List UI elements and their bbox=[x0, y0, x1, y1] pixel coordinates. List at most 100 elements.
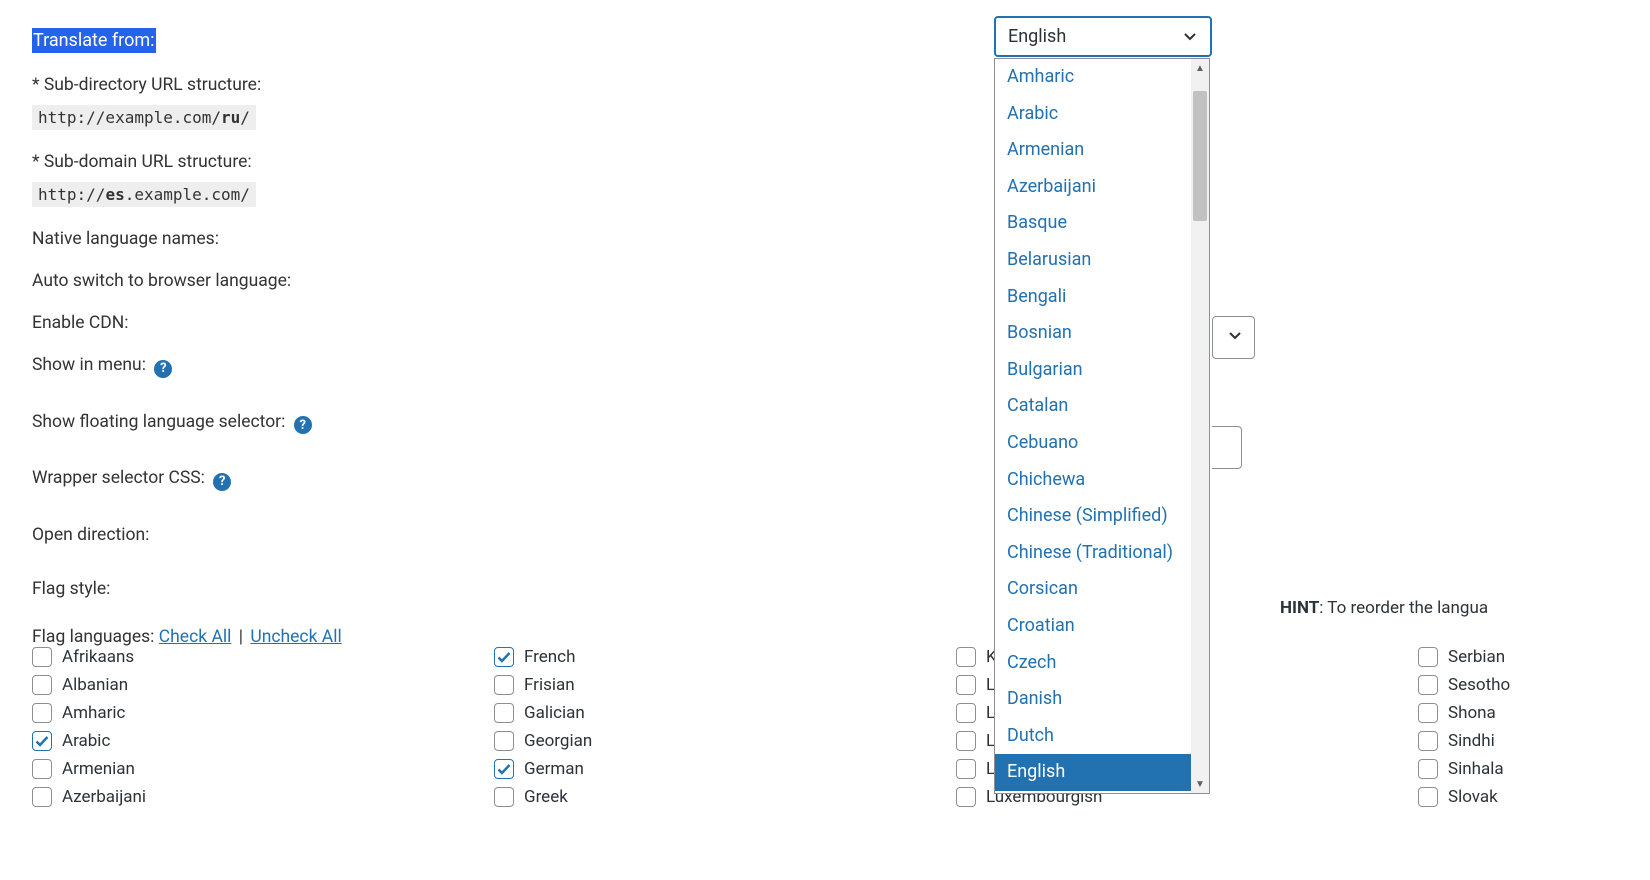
dropdown-option[interactable]: English bbox=[995, 754, 1193, 791]
language-checkbox-row: Sesotho bbox=[1418, 671, 1510, 699]
language-checkbox-row: Sindhi bbox=[1418, 727, 1510, 755]
language-checkbox[interactable] bbox=[494, 787, 514, 807]
language-checkbox[interactable] bbox=[494, 647, 514, 667]
language-checkbox[interactable] bbox=[1418, 647, 1438, 667]
help-icon[interactable]: ? bbox=[154, 360, 172, 378]
help-icon[interactable]: ? bbox=[294, 416, 312, 434]
language-checkbox[interactable] bbox=[32, 731, 52, 751]
auto-switch-label: Auto switch to browser language: bbox=[32, 271, 1618, 291]
scroll-thumb[interactable] bbox=[1193, 91, 1207, 221]
language-checkbox[interactable] bbox=[956, 675, 976, 695]
show-in-menu-label: Show in menu: bbox=[32, 355, 146, 375]
dropdown-option[interactable]: Armenian bbox=[995, 132, 1193, 169]
language-label: Afrikaans bbox=[62, 647, 134, 667]
language-checkbox[interactable] bbox=[956, 731, 976, 751]
dropdown-option[interactable]: Chinese (Simplified) bbox=[995, 498, 1193, 535]
language-label: Shona bbox=[1448, 703, 1496, 723]
language-checkbox[interactable] bbox=[956, 703, 976, 723]
language-checkbox[interactable] bbox=[956, 759, 976, 779]
language-dropdown: AmharicArabicArmenianAzerbaijaniBasqueBe… bbox=[994, 58, 1210, 794]
open-direction-label: Open direction: bbox=[32, 525, 1618, 545]
language-label: Greek bbox=[524, 787, 568, 807]
language-checkbox-row: Azerbaijani bbox=[32, 783, 146, 811]
help-icon[interactable]: ? bbox=[213, 473, 231, 491]
dropdown-option[interactable]: Czech bbox=[995, 645, 1193, 682]
language-label: Slovak bbox=[1448, 787, 1498, 807]
select-value: English bbox=[1008, 26, 1066, 47]
uncheck-all-link[interactable]: Uncheck All bbox=[250, 627, 341, 647]
language-label: French bbox=[524, 647, 575, 667]
language-label: Sindhi bbox=[1448, 731, 1495, 751]
show-floating-label: Show floating language selector: bbox=[32, 412, 285, 432]
language-label: Sinhala bbox=[1448, 759, 1504, 779]
language-checkbox-row: Afrikaans bbox=[32, 643, 146, 671]
dropdown-option[interactable]: Danish bbox=[995, 681, 1193, 718]
language-label: Arabic bbox=[62, 731, 110, 751]
subdom-url-code: http://es.example.com/ bbox=[32, 182, 256, 207]
dropdown-option[interactable]: Basque bbox=[995, 205, 1193, 242]
scrollbar[interactable]: ▲ ▼ bbox=[1191, 59, 1209, 793]
dropdown-option[interactable]: Azerbaijani bbox=[995, 169, 1193, 206]
dropdown-option[interactable]: Belarusian bbox=[995, 242, 1193, 279]
language-checkbox[interactable] bbox=[1418, 731, 1438, 751]
language-checkbox[interactable] bbox=[32, 759, 52, 779]
chevron-down-icon bbox=[1182, 28, 1198, 49]
wrapper-css-label: Wrapper selector CSS: bbox=[32, 468, 205, 488]
dropdown-option[interactable]: Chichewa bbox=[995, 462, 1193, 499]
dropdown-option[interactable]: Bengali bbox=[995, 279, 1193, 316]
language-checkbox[interactable] bbox=[956, 647, 976, 667]
subdom-label: * Sub-domain URL structure: bbox=[32, 152, 1618, 172]
language-label: Albanian bbox=[62, 675, 128, 695]
language-checkbox[interactable] bbox=[494, 731, 514, 751]
subdir-url-code: http://example.com/ru/ bbox=[32, 105, 256, 130]
dropdown-option[interactable]: Corsican bbox=[995, 571, 1193, 608]
language-checkbox[interactable] bbox=[1418, 759, 1438, 779]
language-label: Frisian bbox=[524, 675, 575, 695]
language-checkbox-row: Georgian bbox=[494, 727, 592, 755]
scroll-down-icon[interactable]: ▼ bbox=[1191, 775, 1209, 793]
language-checkbox[interactable] bbox=[494, 675, 514, 695]
language-checkbox-row: Sinhala bbox=[1418, 755, 1510, 783]
language-checkbox[interactable] bbox=[1418, 703, 1438, 723]
language-checkbox[interactable] bbox=[32, 787, 52, 807]
secondary-select[interactable] bbox=[1212, 316, 1255, 359]
dropdown-option[interactable]: Bosnian bbox=[995, 315, 1193, 352]
language-label: Azerbaijani bbox=[62, 787, 146, 807]
dropdown-option[interactable]: Dutch bbox=[995, 718, 1193, 755]
flag-style-label: Flag style: bbox=[32, 579, 1618, 599]
language-checkbox[interactable] bbox=[494, 703, 514, 723]
chevron-down-icon bbox=[1227, 327, 1243, 348]
dropdown-option[interactable]: Arabic bbox=[995, 96, 1193, 133]
dropdown-option[interactable]: Croatian bbox=[995, 608, 1193, 645]
language-label: Armenian bbox=[62, 759, 135, 779]
language-checkbox-row: Shona bbox=[1418, 699, 1510, 727]
language-checkbox-row: French bbox=[494, 643, 592, 671]
separator: | bbox=[236, 627, 246, 647]
dropdown-option[interactable]: Catalan bbox=[995, 388, 1193, 425]
language-checkbox-row: Armenian bbox=[32, 755, 146, 783]
scroll-up-icon[interactable]: ▲ bbox=[1191, 59, 1209, 77]
language-checkbox[interactable] bbox=[32, 647, 52, 667]
language-checkbox-row: Frisian bbox=[494, 671, 592, 699]
language-label: Georgian bbox=[524, 731, 592, 751]
language-checkbox-row: Amharic bbox=[32, 699, 146, 727]
language-checkbox[interactable] bbox=[1418, 675, 1438, 695]
language-checkbox-row: German bbox=[494, 755, 592, 783]
language-checkbox[interactable] bbox=[32, 675, 52, 695]
dropdown-option[interactable]: Amharic bbox=[995, 59, 1193, 96]
language-label: German bbox=[524, 759, 584, 779]
dropdown-option[interactable]: Chinese (Traditional) bbox=[995, 535, 1193, 572]
language-label: Sesotho bbox=[1448, 675, 1510, 695]
dropdown-option[interactable]: Bulgarian bbox=[995, 352, 1193, 389]
language-checkbox[interactable] bbox=[32, 703, 52, 723]
language-checkbox[interactable] bbox=[1418, 787, 1438, 807]
language-label: Amharic bbox=[62, 703, 125, 723]
translate-from-select[interactable]: English bbox=[994, 16, 1212, 57]
language-checkbox-row: Arabic bbox=[32, 727, 146, 755]
language-label: Galician bbox=[524, 703, 585, 723]
dropdown-option[interactable]: Cebuano bbox=[995, 425, 1193, 462]
partial-input[interactable] bbox=[1212, 426, 1242, 469]
language-checkbox[interactable] bbox=[956, 787, 976, 807]
check-all-link[interactable]: Check All bbox=[159, 627, 232, 647]
language-checkbox[interactable] bbox=[494, 759, 514, 779]
